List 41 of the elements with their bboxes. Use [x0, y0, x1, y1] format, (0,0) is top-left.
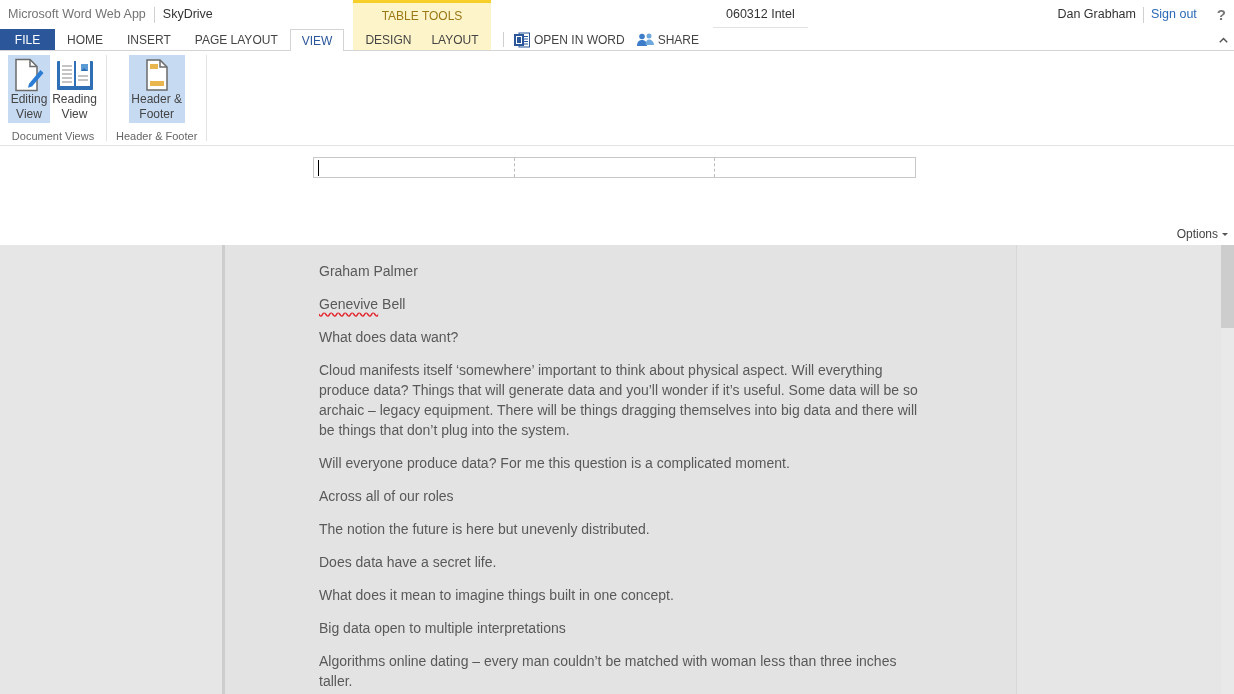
chevron-up-icon[interactable] [1219, 36, 1228, 43]
ribbon-tab[interactable]: DESIGN [355, 29, 422, 50]
location-link[interactable]: SkyDrive [162, 5, 213, 24]
document-paragraph: Genevive Bell [319, 295, 407, 314]
ribbon-tab[interactable]: INSERT [115, 29, 183, 50]
open-book-icon [56, 59, 93, 90]
options-button[interactable]: Options [1176, 225, 1228, 243]
header-footer-page-icon [145, 58, 168, 91]
document-paragraph: The notion the future is here but unevenly distributed. [319, 520, 651, 539]
document-title: 060312 Intel [713, 2, 808, 29]
document-paragraph: Will everyone produce data? For me this question is a complicated moment. [319, 454, 791, 473]
sign-out-link[interactable]: Sign out [1150, 5, 1197, 24]
document-paragraph: Cloud manifests itself ‘somewhere’ important to think about physical aspect. Will everything produce data? Things that will generate data and you’ll wonder if it’s useful. Some data will be so archaic – legacy equipment. There will be things dragging themselves into big data and there will be things that don’t plug into the system. [319, 361, 919, 440]
document-paragraph: Algorithms online dating – every man couldn’t be matched with woman less than three inches taller. [319, 652, 898, 691]
document-paragraph: What does it mean to imagine things built in one concept. [319, 586, 675, 605]
command-button[interactable]: OPEN IN WORD [508, 29, 631, 50]
ribbon-tab[interactable]: HOME [55, 29, 115, 50]
document-icon [514, 31, 530, 48]
ribbon-button[interactable]: Header & Footer [128, 55, 185, 123]
document-paragraph: Does data have a secret life. [319, 553, 498, 572]
app-name: Microsoft Word Web App [8, 6, 146, 24]
caret-down-icon [1222, 232, 1228, 236]
user-name: Dan Grabham [1057, 6, 1136, 24]
contextual-group-title: TABLE TOOLS [381, 8, 463, 25]
pencil-page-icon [14, 57, 44, 92]
ribbon-group-label: Document Views [11, 129, 95, 143]
document-paragraph: What does data want? [319, 328, 460, 347]
document-paragraph: Across all of our roles [319, 487, 455, 506]
ribbon-group-label: Header & Footer [116, 129, 198, 143]
people-icon [636, 33, 654, 46]
command-button[interactable]: SHARE [630, 29, 705, 50]
help-button[interactable]: ? [1216, 7, 1226, 22]
ribbon-tab[interactable]: LAYOUT [421, 29, 489, 50]
ribbon-button[interactable]: Reading View [51, 55, 98, 123]
ribbon-tab[interactable]: VIEW [289, 29, 345, 51]
scrollbar-thumb[interactable] [1221, 245, 1234, 328]
ribbon-tab[interactable]: PAGE LAYOUT [182, 29, 290, 50]
ribbon-tab[interactable]: FILE [0, 29, 55, 50]
document-paragraph: Big data open to multiple interpretations [319, 619, 567, 638]
document-paragraph: Graham Palmer [319, 262, 419, 281]
ribbon-button[interactable]: Editing View [8, 55, 50, 123]
